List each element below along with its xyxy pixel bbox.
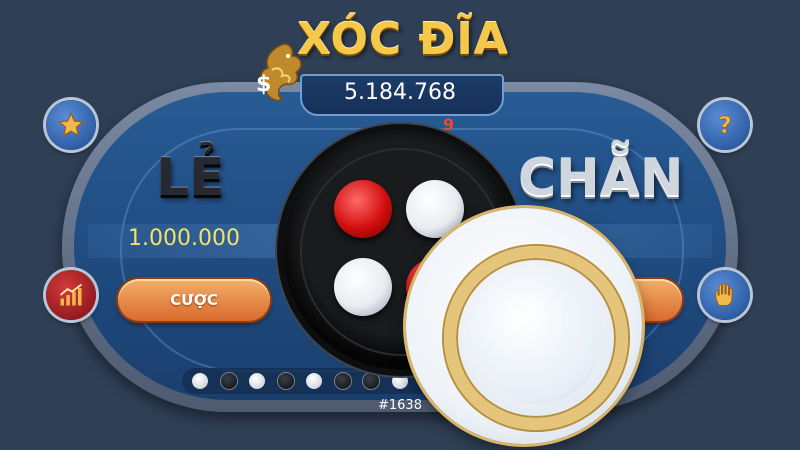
help-button[interactable]: ?	[700, 100, 750, 150]
balance-value: 5.184.768	[344, 80, 456, 105]
hand-button[interactable]	[700, 270, 750, 320]
svg-text:?: ?	[718, 111, 732, 139]
currency-symbol: $	[256, 72, 272, 97]
plate-center	[470, 272, 602, 404]
round-id: #1638	[378, 398, 422, 413]
history-dot-black	[334, 373, 351, 389]
coin-red	[334, 180, 392, 238]
history-dot-black	[363, 373, 379, 389]
history-dot-black	[220, 373, 237, 389]
game-title: XÓC ĐĨA	[297, 13, 509, 65]
coin-white	[334, 258, 392, 316]
odd-bet-button[interactable]: CƯỢC	[118, 279, 270, 321]
game-screen: XÓC ĐĨA $ 5.184.768 9 ? LẺ CHẴN 1.000.00…	[0, 0, 800, 450]
help-icon: ?	[718, 111, 732, 139]
hand-icon	[715, 283, 733, 306]
history-dot-white	[192, 373, 208, 389]
odd-side-label: LẺ	[156, 148, 225, 208]
history-dot-white	[249, 373, 265, 389]
even-side-label: CHẴN	[518, 148, 684, 208]
history-dot-white	[391, 373, 408, 389]
odd-bet-amount: 1.000.000	[128, 226, 240, 251]
favorite-button[interactable]	[46, 100, 96, 150]
countdown-timer: 9	[443, 115, 455, 134]
star-icon	[57, 111, 85, 137]
chart-icon	[59, 283, 83, 306]
history-dot-white	[306, 373, 322, 389]
history-dot-black	[277, 373, 294, 389]
statistics-button[interactable]	[46, 270, 96, 320]
